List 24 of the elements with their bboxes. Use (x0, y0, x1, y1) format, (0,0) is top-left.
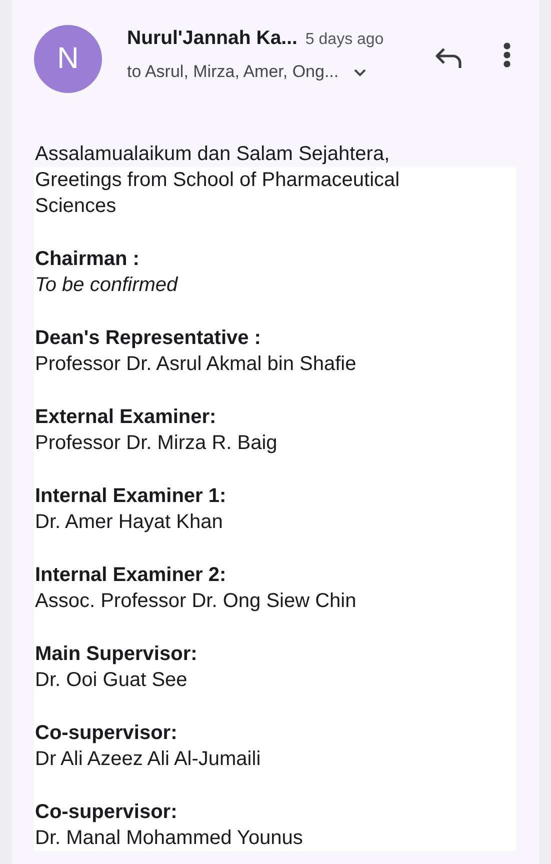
field-value: Dr. Amer Hayat Khan (35, 510, 224, 535)
field-value: To be confirmed (35, 273, 180, 298)
field-value: Professor Dr. Asrul Akmal bin Shafie (35, 352, 358, 377)
field-label: Internal Examiner 1: (35, 484, 228, 509)
intro-text: Greetings from School of Pharmaceutical Sciences (35, 168, 401, 219)
reply-icon[interactable] (435, 47, 463, 69)
field-label: External Examiner: (35, 405, 218, 430)
field-label: Internal Examiner 2: (35, 563, 228, 588)
recipients-toggle[interactable]: to Asrul, Mirza, Amer, Ong... (127, 62, 367, 82)
field-value: Dr Ali Azeez Ali Al-Jumaili (35, 747, 262, 772)
chevron-down-icon (352, 68, 367, 76)
more-options-icon[interactable] (503, 42, 511, 68)
field-value: Professor Dr. Mirza R. Baig (35, 431, 278, 456)
field-value: Assoc. Professor Dr. Ong Siew Chin (35, 589, 358, 614)
field-label: Main Supervisor: (35, 642, 198, 667)
timestamp: 5 days ago (305, 31, 384, 49)
field-value: Dr. Manal Mohammed Younus (35, 826, 304, 851)
greeting-text: Assalamualaikum dan Salam Sejahtera, (35, 142, 391, 167)
field-label: Co-supervisor: (35, 721, 178, 746)
field-label: Co-supervisor: (35, 800, 178, 825)
field-label: Dean's Representative : (35, 326, 262, 351)
field-label: Chairman : (35, 247, 140, 272)
field-value: Dr. Ooi Guat See (35, 668, 188, 693)
sender-name: Nurul'Jannah Ka... (127, 27, 298, 50)
